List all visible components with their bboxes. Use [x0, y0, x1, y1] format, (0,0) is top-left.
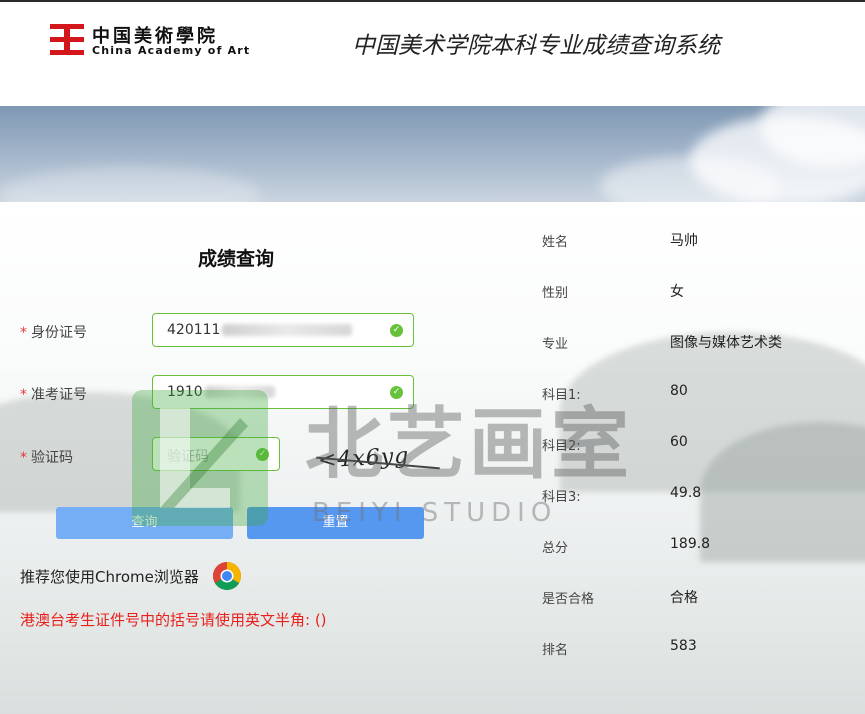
academy-logo[interactable]: 中国美術學院 China Academy of Art: [50, 22, 250, 62]
result-value-subject2: 60: [670, 434, 688, 450]
academy-emblem-icon: [50, 24, 84, 56]
redacted-blur: [204, 386, 275, 398]
result-label-subject2: 科目2:: [542, 439, 581, 454]
browser-recommendation: 推荐您使用Chrome浏览器: [20, 568, 199, 586]
result-value-name: 马帅: [670, 233, 698, 249]
result-label-gender: 性别: [542, 286, 569, 301]
id-number-label: * 身份证号: [20, 325, 87, 341]
result-value-subject3: 49.8: [670, 485, 702, 501]
result-value-subject1: 80: [670, 383, 688, 399]
result-value-total: 189.8: [670, 536, 711, 552]
required-asterisk: *: [20, 450, 27, 466]
required-asterisk: *: [20, 387, 27, 403]
chrome-icon: [213, 562, 241, 590]
exam-number-input[interactable]: 1910 ✓: [152, 375, 414, 409]
captcha-image[interactable]: <4x6yg: [312, 444, 442, 480]
result-label-name: 姓名: [542, 235, 569, 250]
result-value-rank: 583: [670, 638, 697, 654]
query-button[interactable]: 查询: [56, 507, 233, 539]
result-value-gender: 女: [670, 284, 684, 300]
redacted-blur: [222, 324, 353, 336]
required-asterisk: *: [20, 325, 27, 341]
logo-english-name: China Academy of Art: [92, 44, 251, 57]
result-value-pass: 合格: [670, 590, 698, 606]
hero-sky-banner: [0, 106, 865, 202]
id-number-value: 420111: [167, 322, 353, 338]
valid-check-icon: ✓: [390, 386, 403, 399]
result-label-major: 专业: [542, 337, 569, 352]
result-label-rank: 排名: [542, 643, 569, 658]
result-value-major: 图像与媒体艺术类: [670, 335, 782, 351]
captcha-input[interactable]: 验证码 ✓: [152, 437, 280, 471]
exam-number-label: * 准考证号: [20, 387, 87, 403]
reset-button[interactable]: 重置: [247, 507, 424, 539]
captcha-placeholder: 验证码: [167, 449, 209, 465]
result-label-subject1: 科目1:: [542, 388, 581, 403]
id-number-input[interactable]: 420111 ✓: [152, 313, 414, 347]
page-header: 中国美術學院 China Academy of Art 中国美术学院本科专业成绩…: [0, 2, 865, 106]
result-label-pass: 是否合格: [542, 592, 595, 607]
query-panel-title: 成绩查询: [198, 248, 275, 270]
result-label-total: 总分: [542, 541, 569, 556]
hk-macao-taiwan-notice: 港澳台考生证件号中的括号请使用英文半角: (): [20, 611, 327, 629]
captcha-label: * 验证码: [20, 450, 73, 466]
valid-check-icon: ✓: [256, 448, 269, 461]
system-title: 中国美术学院本科专业成绩查询系统: [352, 33, 720, 59]
exam-number-value: 1910: [167, 384, 275, 400]
valid-check-icon: ✓: [390, 324, 403, 337]
result-label-subject3: 科目3:: [542, 490, 581, 505]
